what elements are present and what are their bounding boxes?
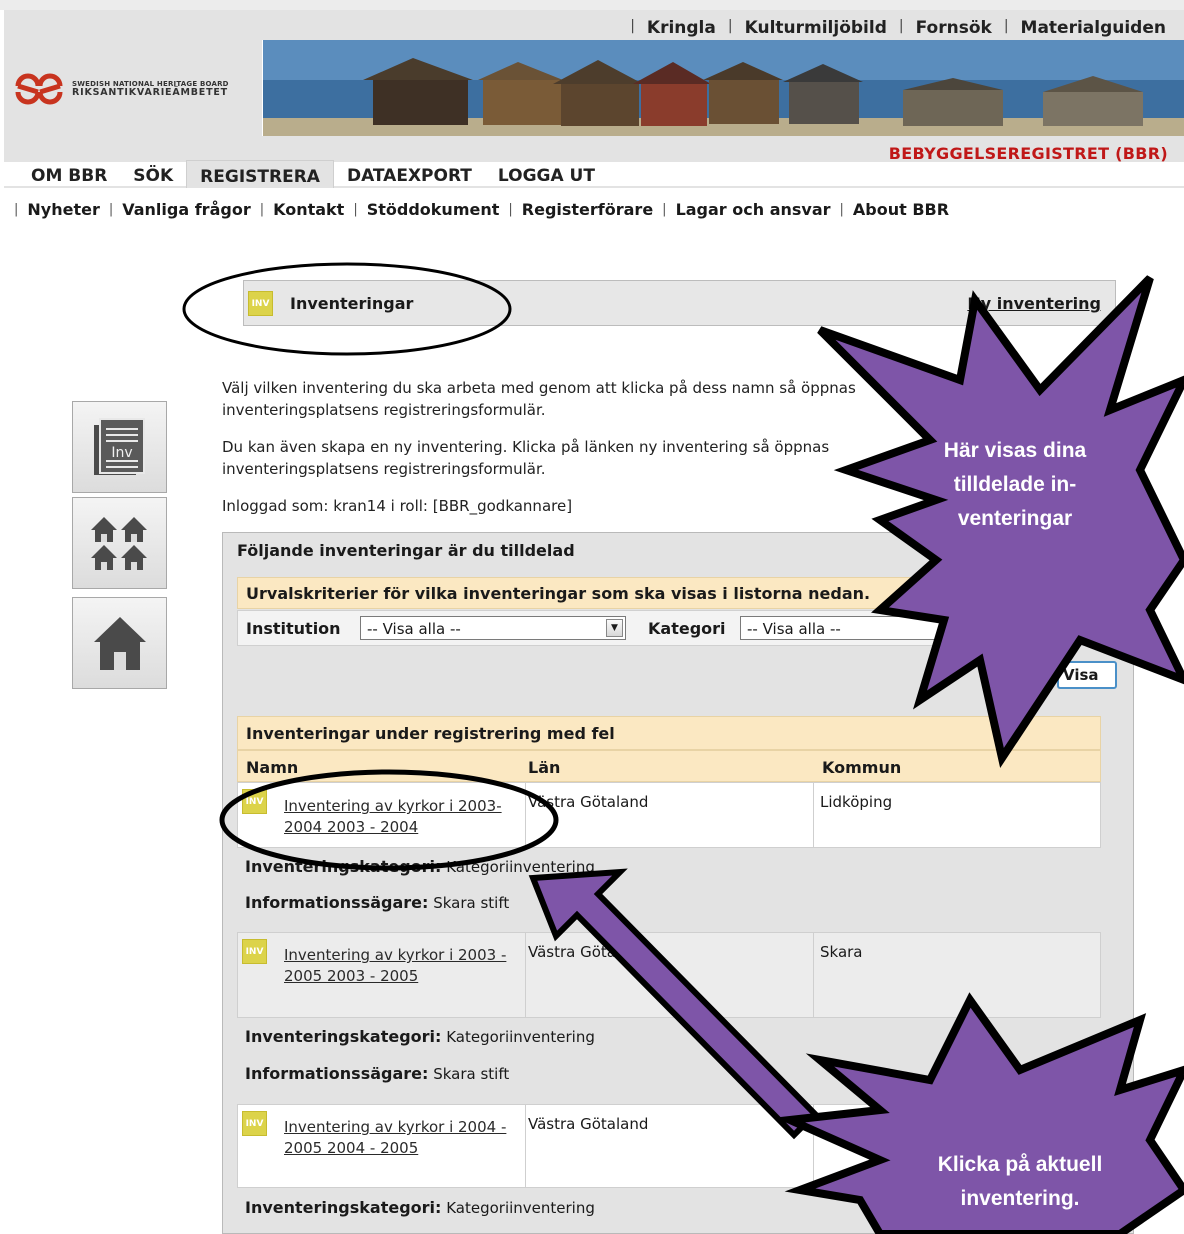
kategori-select[interactable]: -- Visa alla -- bbox=[740, 616, 1040, 640]
inventory-category: Inventeringskategori: Kategoriinventerin… bbox=[245, 1198, 595, 1217]
top-link-fornsok[interactable]: Fornsök bbox=[916, 18, 992, 38]
top-link-materialguiden[interactable]: Materialguiden bbox=[1021, 18, 1166, 38]
inventory-name-link[interactable]: Inventering av kyrkor i 2003 - 2005 2003… bbox=[284, 945, 520, 987]
page-top-bar bbox=[0, 0, 1184, 10]
nav-dataexport[interactable]: DATAEXPORT bbox=[334, 160, 485, 188]
subnav-registerforare[interactable]: Registerförare bbox=[522, 200, 653, 219]
callout-star-bottom-text: Klicka på aktuell inventering. bbox=[937, 1153, 1103, 1210]
subnav-stoddokument[interactable]: Stöddokument bbox=[367, 200, 500, 219]
dropdown-arrow-icon: ▼ bbox=[606, 619, 623, 637]
subnav-nyheter[interactable]: Nyheter bbox=[27, 200, 99, 219]
intro-paragraph-2: Du kan även skapa en ny inventering. Kli… bbox=[222, 438, 830, 478]
inventory-documents-icon: Inv bbox=[93, 418, 145, 475]
sidebar-buildings-button[interactable] bbox=[72, 497, 167, 589]
raa-logo[interactable]: SWEDISH NATIONAL HERITAGE BOARD RIKSANTI… bbox=[10, 58, 266, 120]
nav-om-bbr[interactable]: OM BBR bbox=[18, 160, 120, 188]
kommun-cell: Skara bbox=[820, 943, 863, 961]
lan-cell: Västra Götaland bbox=[528, 1115, 649, 1133]
inventory-name-link[interactable]: Inventering av kyrkor i 2004 - 2005 2004… bbox=[284, 1117, 520, 1159]
inventory-category: Inventeringskategori: Kategoriinventerin… bbox=[245, 1027, 595, 1046]
column-namn: Namn bbox=[246, 758, 299, 777]
results-heading: Inventeringar under registrering med fel bbox=[237, 716, 1101, 750]
top-link-kringla[interactable]: Kringla bbox=[647, 18, 716, 38]
site-header: | Kringla | Kulturmiljöbild | Fornsök | … bbox=[4, 10, 1184, 163]
intro-paragraph-1: Välj vilken inventering du ska arbeta me… bbox=[222, 379, 856, 419]
filter-row: Institution -- Visa alla -- ▼ Kategori -… bbox=[237, 610, 1101, 646]
inv-badge-icon: INV bbox=[248, 291, 273, 316]
inv-badge-icon: INV bbox=[242, 789, 267, 814]
column-lan: Län bbox=[528, 758, 561, 777]
kommun-cell: Lidköping bbox=[820, 793, 893, 811]
lan-cell: Västra Götaland bbox=[528, 943, 649, 961]
house-icon bbox=[93, 617, 146, 670]
kommun-cell: Vara bbox=[820, 1115, 854, 1133]
subnav-kontakt[interactable]: Kontakt bbox=[273, 200, 344, 219]
inventory-owner: Informationssägare: Skara stift bbox=[245, 1064, 510, 1083]
multiple-houses-icon bbox=[90, 517, 147, 570]
callout-star-top-text: Här visas dina tilldelade in- venteringa… bbox=[943, 439, 1087, 530]
logged-in-text: Inloggad som: kran14 i roll: [BBR_godkan… bbox=[222, 497, 573, 515]
page-title: Inventeringar bbox=[290, 294, 414, 313]
institution-select[interactable]: -- Visa alla -- ▼ bbox=[360, 616, 626, 640]
top-links: | Kringla | Kulturmiljöbild | Fornsök | … bbox=[630, 18, 1166, 38]
lan-cell: Västra Götaland bbox=[528, 793, 649, 811]
top-link-kulturmiljobild[interactable]: Kulturmiljöbild bbox=[745, 18, 887, 38]
inventory-name-link[interactable]: Inventering av kyrkor i 2003-2004 2003 -… bbox=[284, 796, 520, 838]
assigned-title: Följande inventeringar är du tilldelad bbox=[237, 541, 575, 560]
show-button[interactable]: Visa bbox=[1057, 661, 1117, 689]
svg-text:Inv: Inv bbox=[111, 445, 132, 461]
nav-sok[interactable]: SÖK bbox=[120, 160, 186, 188]
table-row: INV Inventering av kyrkor i 2003 - 2005 … bbox=[237, 932, 1101, 1018]
inventory-category: Inventeringskategori: Kategoriinventerin… bbox=[245, 857, 595, 876]
results-column-header: Namn Län Kommun bbox=[237, 750, 1101, 782]
subnav-lagar-och-ansvar[interactable]: Lagar och ansvar bbox=[676, 200, 831, 219]
sub-nav: | Nyheter | Vanliga frågor | Kontakt | S… bbox=[14, 200, 950, 219]
inventory-owner: Informationssägare: Skara stift bbox=[245, 893, 510, 912]
institution-label: Institution bbox=[246, 619, 341, 638]
nav-registrera[interactable]: REGISTRERA bbox=[186, 160, 334, 188]
filter-heading: Urvalskriterier för vilka inventeringar … bbox=[237, 577, 1101, 609]
header-banner-image bbox=[262, 40, 1184, 136]
sidebar-building-button[interactable] bbox=[72, 597, 167, 689]
raa-logo-mark-icon bbox=[14, 73, 64, 105]
logo-text: SWEDISH NATIONAL HERITAGE BOARD RIKSANTI… bbox=[72, 80, 229, 99]
kategori-label: Kategori bbox=[648, 619, 726, 638]
subnav-about-bbr[interactable]: About BBR bbox=[853, 200, 949, 219]
subnav-vanliga-fragor[interactable]: Vanliga frågor bbox=[122, 200, 250, 219]
logo-line2: RIKSANTIKVARIEÄMBETET bbox=[72, 86, 228, 98]
inv-badge-icon: INV bbox=[242, 1111, 267, 1136]
table-row: INV Inventering av kyrkor i 2003-2004 20… bbox=[237, 782, 1101, 848]
column-kommun: Kommun bbox=[822, 758, 902, 777]
inv-badge-icon: INV bbox=[242, 939, 267, 964]
nav-logga-ut[interactable]: LOGGA UT bbox=[485, 160, 608, 188]
site-title: BEBYGGELSEREGISTRET (BBR) bbox=[888, 144, 1168, 163]
sidebar-inventering-button[interactable]: Inv bbox=[72, 401, 167, 493]
main-nav: OM BBR SÖK REGISTRERA DATAEXPORT LOGGA U… bbox=[18, 160, 608, 188]
new-inventering-link[interactable]: Ny inventering bbox=[967, 294, 1101, 313]
inventeringar-header: INV Inventeringar Ny inventering bbox=[243, 280, 1116, 326]
